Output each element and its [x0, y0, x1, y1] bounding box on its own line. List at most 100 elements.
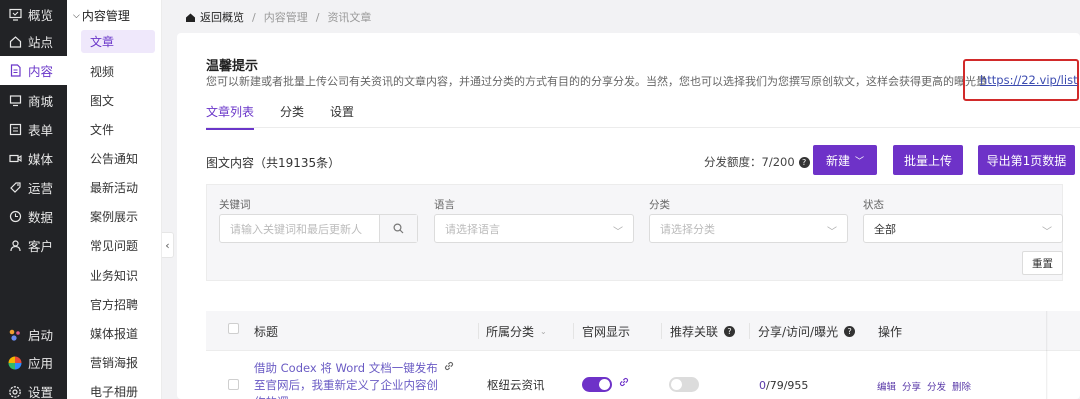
- keyword-input[interactable]: 请输入关键词和最后更新人: [219, 214, 418, 243]
- content-card: 温馨提示 您可以新建或者批量上传公司有关资讯的文章内容，并通过分类的方式有目的的…: [177, 33, 1080, 399]
- column-divider: [749, 323, 750, 339]
- header-title: 标题: [254, 325, 279, 339]
- help-icon[interactable]: ?: [724, 326, 736, 337]
- header-category[interactable]: 所属分类 ⌄: [486, 323, 547, 340]
- table-header: 标题 所属分类 ⌄ 官网显示 推荐关联 ? 分享/访问/曝光 ? 操作: [206, 311, 1080, 351]
- tab-settings[interactable]: 设置: [330, 103, 354, 130]
- breadcrumb-separator: /: [315, 10, 320, 24]
- subnav-item-files[interactable]: 文件: [81, 118, 155, 141]
- header-stats: 分享/访问/曝光 ?: [758, 323, 856, 340]
- language-select[interactable]: 请选择语言 ﹀: [434, 214, 634, 243]
- header-site-show: 官网显示: [582, 325, 631, 339]
- nav-item-operation[interactable]: 运营: [0, 173, 67, 202]
- help-icon[interactable]: ?: [798, 156, 810, 168]
- header-recommend: 推荐关联 ?: [670, 323, 736, 340]
- link-icon[interactable]: [443, 360, 455, 375]
- keyword-label: 关键词: [219, 199, 251, 211]
- nav-item-media[interactable]: 媒体: [0, 144, 67, 173]
- recommend-toggle[interactable]: [669, 377, 699, 392]
- content-summary: 图文内容（共19135条）: [206, 156, 341, 170]
- delete-link[interactable]: 删除: [952, 379, 971, 393]
- column-divider: [573, 323, 574, 339]
- nav-item-overview[interactable]: 概览: [0, 0, 67, 29]
- category-placeholder: 请选择分类: [660, 222, 715, 236]
- nav-label: 概览: [28, 8, 54, 23]
- help-icon[interactable]: ?: [844, 326, 856, 337]
- shop-icon: [8, 94, 22, 108]
- export-button[interactable]: 导出第1页数据: [978, 145, 1075, 175]
- category-select[interactable]: 请选择分类 ﹀: [649, 214, 848, 243]
- subnav-item-knowledge[interactable]: 业务知识: [81, 264, 155, 287]
- breadcrumb-level2: 资讯文章: [327, 11, 372, 24]
- column-divider: [661, 323, 662, 339]
- language-placeholder: 请选择语言: [445, 222, 500, 236]
- batch-upload-button[interactable]: 批量上传: [893, 145, 963, 175]
- subnav-item-image-text[interactable]: 图文: [81, 89, 155, 112]
- form-icon: [8, 123, 22, 137]
- subnav-item-posters[interactable]: 营销海报: [81, 351, 155, 374]
- reset-button[interactable]: 重置: [1022, 251, 1063, 275]
- subnav-item-cases[interactable]: 案例展示: [81, 205, 155, 228]
- tab-article-list[interactable]: 文章列表: [206, 103, 255, 130]
- nav-item-apps[interactable]: 应用: [0, 348, 67, 377]
- new-button[interactable]: 新建 ﹀: [813, 145, 877, 175]
- fixed-column-shadow: [1046, 311, 1048, 399]
- overview-icon: [8, 8, 22, 22]
- breadcrumb-separator: /: [252, 10, 256, 24]
- subnav-item-albums[interactable]: 电子相册: [81, 380, 155, 399]
- collapse-sidebar-button[interactable]: ‹: [162, 232, 174, 258]
- subnav-item-articles[interactable]: 文章: [81, 30, 155, 53]
- tabs-divider: [206, 127, 1080, 128]
- nav-item-form[interactable]: 表单: [0, 115, 67, 144]
- subnav-item-videos[interactable]: 视频: [81, 60, 155, 83]
- user-icon: [8, 239, 22, 253]
- header-category-label: 所属分类: [486, 325, 535, 339]
- nav-label: 设置: [28, 385, 54, 399]
- nav-item-shop[interactable]: 商城: [0, 86, 67, 115]
- chevron-down-icon: ﹀: [827, 227, 837, 238]
- header-actions: 操作: [878, 325, 903, 339]
- row-stats-shares: 0: [759, 379, 766, 392]
- breadcrumb-home[interactable]: 返回概览: [185, 9, 244, 25]
- content-subnav: ⌵ 内容管理 文章 视频 图文 文件 公告通知 最新活动 案例展示 常见问题 业…: [67, 0, 162, 399]
- site-show-toggle[interactable]: [582, 377, 612, 392]
- nav-item-content[interactable]: 内容: [0, 56, 67, 85]
- tab-bar: 文章列表 分类 设置: [206, 103, 380, 130]
- breadcrumb-level1[interactable]: 内容管理: [264, 9, 308, 25]
- nav-item-launch[interactable]: 启动: [0, 320, 67, 349]
- distribute-link[interactable]: 分发: [927, 379, 946, 393]
- row-title-link[interactable]: 借助 Codex 将 Word 文档一键发布至官网后，我重新定义了企业内容创作的…: [254, 360, 444, 399]
- list-link[interactable]: https://22.vip/list: [980, 73, 1078, 87]
- nav-item-settings[interactable]: 设置: [0, 377, 67, 399]
- status-label: 状态: [863, 199, 884, 211]
- nav-item-site[interactable]: 站点: [0, 27, 67, 56]
- subnav-item-notices[interactable]: 公告通知: [81, 147, 155, 170]
- nav-label: 内容: [28, 64, 54, 79]
- select-all-checkbox[interactable]: [228, 323, 239, 334]
- quota-label: 分发额度：7/200: [704, 155, 795, 169]
- search-button[interactable]: [379, 215, 417, 242]
- edit-link[interactable]: 编辑: [877, 379, 896, 393]
- nav-item-customer[interactable]: 客户: [0, 231, 67, 260]
- subnav-item-jobs[interactable]: 官方招聘: [81, 293, 155, 316]
- subnav-item-events[interactable]: 最新活动: [81, 176, 155, 199]
- nav-item-data[interactable]: 数据: [0, 202, 67, 231]
- video-icon: [8, 152, 22, 166]
- subnav-group-toggle[interactable]: ⌵ 内容管理: [73, 7, 130, 24]
- language-label: 语言: [434, 199, 455, 211]
- breadcrumb: 返回概览 / 内容管理 / 资讯文章: [185, 9, 371, 25]
- row-checkbox[interactable]: [228, 379, 239, 390]
- tip-title: 温馨提示: [206, 59, 259, 74]
- header-stats-label: 分享/访问/曝光: [758, 325, 839, 339]
- subnav-item-press[interactable]: 媒体报道: [81, 322, 155, 345]
- row-stats-rest: /79/955: [766, 379, 809, 392]
- column-divider: [478, 323, 479, 339]
- share-link[interactable]: 分享: [902, 379, 921, 393]
- status-select[interactable]: 全部 ﹀: [863, 214, 1063, 243]
- breadcrumb-home-label: 返回概览: [200, 11, 244, 24]
- subnav-item-faq[interactable]: 常见问题: [81, 234, 155, 257]
- chevron-down-icon: ﹀: [855, 156, 865, 167]
- chevron-down-icon: ⌵: [73, 10, 80, 21]
- link-icon[interactable]: [618, 376, 630, 391]
- tab-category[interactable]: 分类: [280, 103, 304, 130]
